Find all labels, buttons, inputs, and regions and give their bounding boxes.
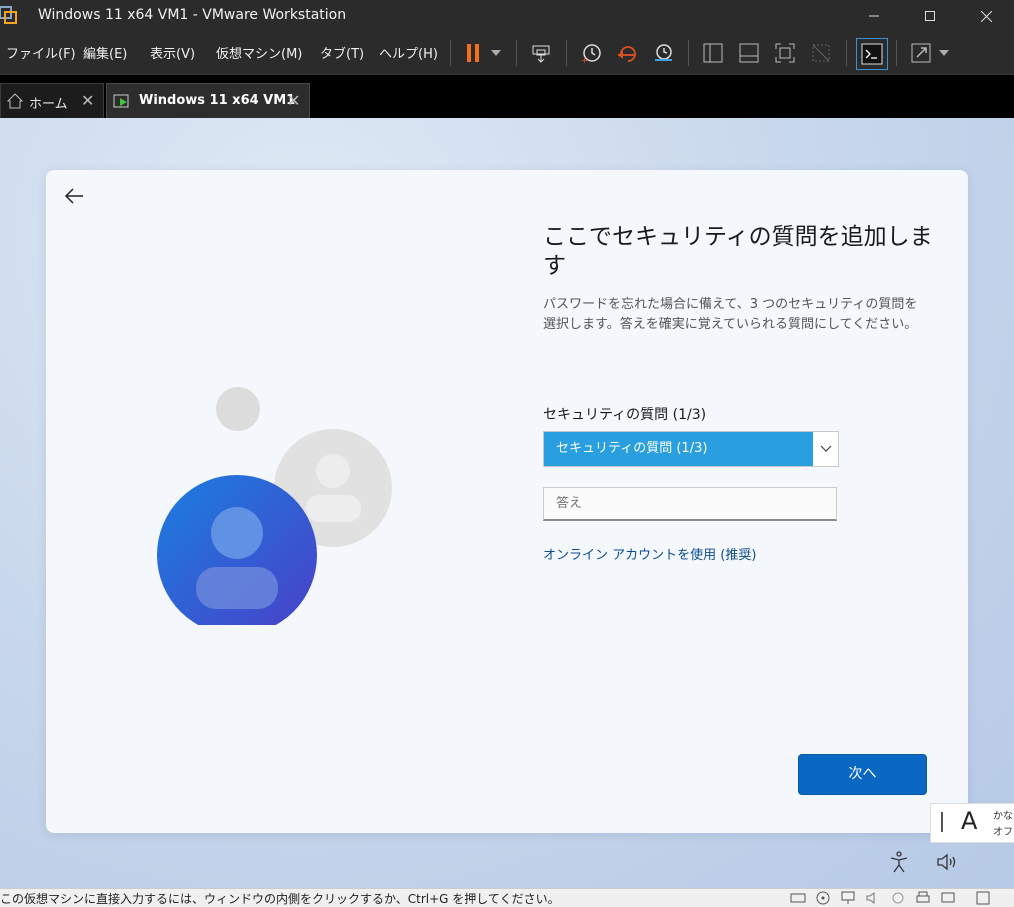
send-keys-icon bbox=[532, 45, 550, 63]
menu-file[interactable]: ファイル(F) bbox=[6, 43, 76, 62]
window-title: Windows 11 x64 VM1 - VMware Workstation bbox=[38, 7, 347, 23]
ime-caret bbox=[941, 812, 943, 832]
vm-screen[interactable]: ここでセキュリティの質問を追加します パスワードを忘れた場合に備えて、3 つのセ… bbox=[0, 118, 1014, 888]
close-icon bbox=[980, 10, 992, 22]
printer-icon[interactable] bbox=[915, 891, 931, 905]
vm-running-icon bbox=[113, 94, 129, 108]
thumbnail-bar-icon bbox=[739, 43, 759, 63]
stretch-icon bbox=[911, 43, 931, 63]
minimize-button[interactable] bbox=[846, 0, 902, 32]
minimize-icon bbox=[869, 15, 879, 17]
pause-dropdown-button[interactable] bbox=[484, 38, 508, 68]
ime-mode-text: オフ bbox=[993, 827, 1013, 838]
send-ctrl-alt-del-button[interactable] bbox=[526, 38, 556, 68]
snapshot-manager-button[interactable] bbox=[648, 38, 678, 68]
snapshot-clock-icon: + bbox=[581, 44, 601, 64]
tab-vm[interactable]: Windows 11 x64 VM1 ✕ bbox=[106, 83, 310, 118]
toolbar-separator bbox=[566, 40, 567, 66]
stretch-dropdown-button[interactable] bbox=[934, 38, 954, 68]
menu-bar: ファイル(F) 編集(E) 表示(V) 仮想マシン(M) タブ(T) ヘルプ(H… bbox=[0, 32, 1014, 75]
sound-device-icon[interactable] bbox=[865, 891, 881, 905]
pause-icon bbox=[467, 44, 479, 62]
usb-icon[interactable] bbox=[890, 891, 906, 905]
online-account-link[interactable]: オンライン アカウントを使用 (推奨) bbox=[543, 544, 756, 563]
take-snapshot-button[interactable]: + bbox=[576, 38, 606, 68]
ime-mode-indicator[interactable]: A かな オフ bbox=[930, 803, 1014, 843]
console-view-button[interactable] bbox=[856, 38, 888, 70]
tab-bar: ホーム ✕ Windows 11 x64 VM1 ✕ bbox=[0, 75, 1014, 118]
menu-view[interactable]: 表示(V) bbox=[150, 43, 195, 62]
volume-icon[interactable] bbox=[935, 851, 959, 873]
user-accounts-illustration bbox=[157, 387, 392, 625]
stretch-guest-button[interactable] bbox=[906, 38, 936, 68]
full-screen-button[interactable] bbox=[770, 38, 800, 68]
toolbar-separator bbox=[896, 40, 897, 66]
tab-home-label: ホーム bbox=[29, 97, 68, 112]
ime-mode-text: かな bbox=[993, 811, 1013, 822]
close-window-button[interactable] bbox=[958, 0, 1014, 32]
vmware-logo-icon bbox=[0, 6, 17, 24]
home-icon bbox=[7, 93, 23, 109]
unity-mode-button[interactable] bbox=[806, 38, 836, 68]
security-question-dropdown[interactable]: セキュリティの質問 (1/3) bbox=[543, 431, 839, 467]
message-log-icon[interactable] bbox=[975, 891, 991, 905]
status-message: この仮想マシンに直接入力するには、ウィンドウの内側をクリックするか、Ctrl+G… bbox=[0, 892, 560, 906]
show-thumbnail-bar-button[interactable] bbox=[734, 38, 764, 68]
svg-text:+: + bbox=[581, 56, 589, 64]
network-icon[interactable] bbox=[840, 891, 856, 905]
page-title: ここでセキュリティの質問を追加します bbox=[543, 224, 933, 279]
accessibility-icon[interactable] bbox=[887, 850, 911, 874]
page-description: パスワードを忘れた場合に備えて、3 つのセキュリティの質問を選択します。答えを確… bbox=[543, 297, 918, 332]
show-library-button[interactable] bbox=[698, 38, 728, 68]
library-pane-icon bbox=[703, 43, 723, 63]
menu-vm[interactable]: 仮想マシン(M) bbox=[216, 43, 302, 62]
unity-disabled-icon bbox=[812, 44, 830, 62]
menu-tabs[interactable]: タブ(T) bbox=[320, 43, 364, 62]
tab-vm-label: Windows 11 x64 VM1 bbox=[139, 93, 296, 108]
close-tab-icon[interactable]: ✕ bbox=[81, 91, 94, 110]
cd-dvd-icon[interactable] bbox=[815, 891, 831, 905]
menu-edit[interactable]: 編集(E) bbox=[83, 43, 127, 62]
toolbar-separator bbox=[450, 40, 451, 66]
console-icon bbox=[861, 43, 883, 65]
next-button[interactable]: 次へ bbox=[798, 754, 927, 795]
revert-snapshot-icon bbox=[618, 46, 636, 62]
chevron-down-icon bbox=[491, 50, 501, 56]
chevron-down-icon bbox=[939, 50, 949, 56]
menu-help[interactable]: ヘルプ(H) bbox=[379, 43, 438, 62]
revert-snapshot-button[interactable] bbox=[612, 38, 642, 68]
toolbar-separator bbox=[516, 40, 517, 66]
maximize-button[interactable] bbox=[902, 0, 958, 32]
toolbar-separator bbox=[846, 40, 847, 66]
maximize-icon bbox=[925, 11, 935, 21]
title-bar: Windows 11 x64 VM1 - VMware Workstation bbox=[0, 0, 1014, 32]
back-arrow-icon[interactable] bbox=[62, 184, 86, 208]
full-screen-icon bbox=[775, 43, 795, 63]
answer-input[interactable] bbox=[543, 487, 837, 521]
security-question-label: セキュリティの質問 (1/3) bbox=[543, 407, 707, 423]
dropdown-chevron bbox=[813, 432, 838, 466]
ime-mode-letter: A bbox=[961, 807, 978, 835]
display-icon[interactable] bbox=[940, 891, 956, 905]
security-question-selected: セキュリティの質問 (1/3) bbox=[544, 432, 813, 466]
hard-disk-icon[interactable] bbox=[790, 891, 806, 905]
chevron-down-icon bbox=[820, 445, 831, 452]
snapshot-manager-icon bbox=[655, 44, 672, 61]
oobe-card: ここでセキュリティの質問を追加します パスワードを忘れた場合に備えて、3 つのセ… bbox=[46, 170, 968, 833]
tab-home[interactable]: ホーム ✕ bbox=[0, 83, 104, 118]
toolbar-separator bbox=[688, 40, 689, 66]
status-bar: この仮想マシンに直接入力するには、ウィンドウの内側をクリックするか、Ctrl+G… bbox=[0, 888, 1014, 907]
close-tab-icon[interactable]: ✕ bbox=[287, 91, 300, 110]
